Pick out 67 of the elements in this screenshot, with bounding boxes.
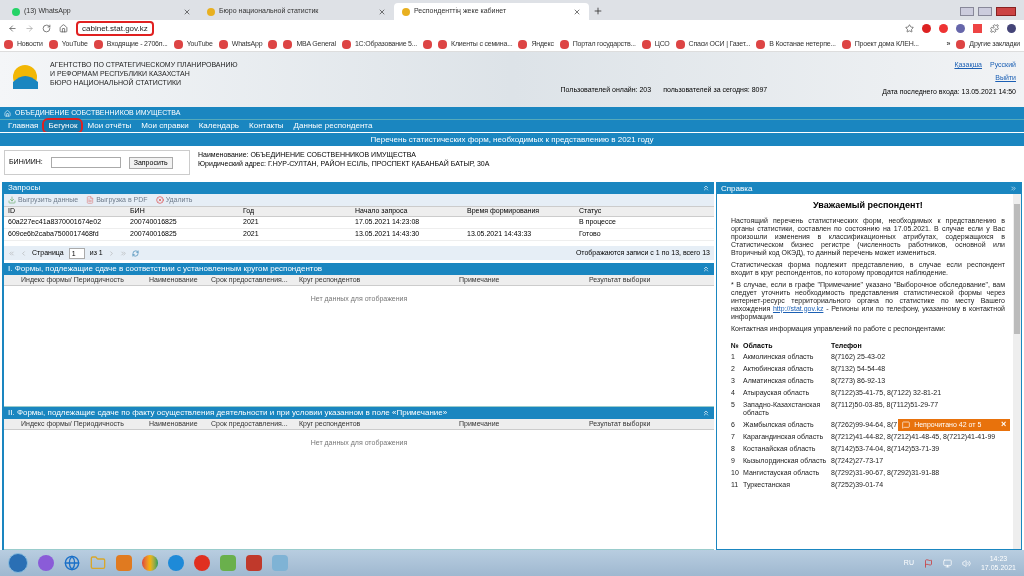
network-icon[interactable] (942, 558, 952, 568)
nav-link[interactable]: Мои отчёты (83, 120, 136, 132)
home-icon[interactable] (59, 24, 68, 33)
flag-icon[interactable] (923, 558, 933, 568)
nav-link[interactable]: Мои справки (137, 120, 193, 132)
bookmark-favicon-icon (641, 39, 651, 49)
maximize-icon[interactable] (978, 7, 992, 16)
bookmark-favicon-icon (4, 39, 13, 49)
tab-favicon-icon (402, 7, 410, 16)
bookmark-favicon-icon (675, 39, 685, 49)
app-icon[interactable] (246, 555, 262, 571)
tab-favicon-icon (12, 7, 20, 16)
app-icon[interactable] (38, 555, 54, 571)
bookmark-favicon-icon (518, 39, 528, 49)
bookmark-favicon-icon (48, 39, 58, 49)
new-tab-icon[interactable] (593, 6, 603, 16)
previous-page-icon[interactable] (20, 249, 27, 257)
app-icon[interactable] (116, 555, 132, 571)
nav-link[interactable]: Календарь (194, 120, 244, 132)
first-page-icon[interactable] (8, 249, 15, 257)
nav-link[interactable]: Контакты (245, 120, 288, 132)
help-title: Справка (721, 182, 753, 195)
page-title: Перечень статистических форм, необходимых к представлению в 2021 году (370, 133, 654, 146)
bookmark-favicon-icon (218, 39, 228, 49)
volume-icon[interactable] (961, 558, 971, 568)
extensions-icon[interactable] (990, 24, 999, 33)
app-icon[interactable] (220, 555, 236, 571)
help-heading: Уважаемый респондент! (812, 199, 924, 212)
refresh-icon[interactable] (131, 249, 139, 257)
bookmark-favicon-icon (559, 39, 569, 49)
start-button[interactable] (8, 553, 28, 573)
nav-link[interactable]: Бегунок (44, 120, 82, 132)
collapse-icon[interactable] (702, 265, 710, 273)
next-page-icon[interactable] (107, 249, 115, 257)
close-icon[interactable] (183, 7, 191, 16)
scrollbar[interactable] (1013, 194, 1021, 549)
star-icon[interactable] (905, 24, 914, 33)
bookmark-favicon-icon (841, 39, 851, 49)
close-window-icon[interactable] (996, 7, 1016, 16)
collapse-icon[interactable] (1010, 185, 1017, 192)
profile-avatar[interactable] (1007, 24, 1016, 33)
tab-favicon-icon (207, 7, 215, 16)
last-page-icon[interactable] (119, 249, 127, 257)
delete-icon (155, 196, 164, 204)
bin-input-field[interactable] (50, 157, 121, 168)
bookmark-favicon-icon (956, 39, 966, 49)
nav-link[interactable]: Данные респондента (289, 120, 377, 132)
collapse-icon[interactable] (702, 184, 710, 192)
section-title: I. Формы, подлежащие сдаче в соответствии с установленным кругом респондентов (8, 263, 323, 275)
minimize-icon[interactable] (960, 7, 974, 16)
back-icon[interactable] (8, 24, 17, 33)
chat-icon (902, 421, 911, 429)
close-icon[interactable] (378, 7, 386, 16)
reload-icon[interactable] (42, 24, 51, 33)
close-icon[interactable] (573, 7, 581, 16)
forward-icon[interactable] (25, 24, 34, 33)
bookmark-favicon-icon (93, 39, 103, 49)
bookmark-favicon-icon (173, 39, 183, 49)
collapse-icon[interactable] (702, 409, 710, 417)
section-title: Запросы (8, 182, 41, 194)
bookmark-favicon-icon (756, 39, 766, 49)
download-icon (8, 196, 16, 204)
folder-icon[interactable] (90, 555, 106, 571)
bookmark-favicon-icon (341, 39, 351, 49)
document-icon (86, 196, 95, 204)
nav-link[interactable]: Главная (4, 120, 43, 132)
section-title: II. Формы, подлежащие сдаче по факту осуществления деятельности и при условии указанном в поле «Примечание» (8, 407, 448, 419)
